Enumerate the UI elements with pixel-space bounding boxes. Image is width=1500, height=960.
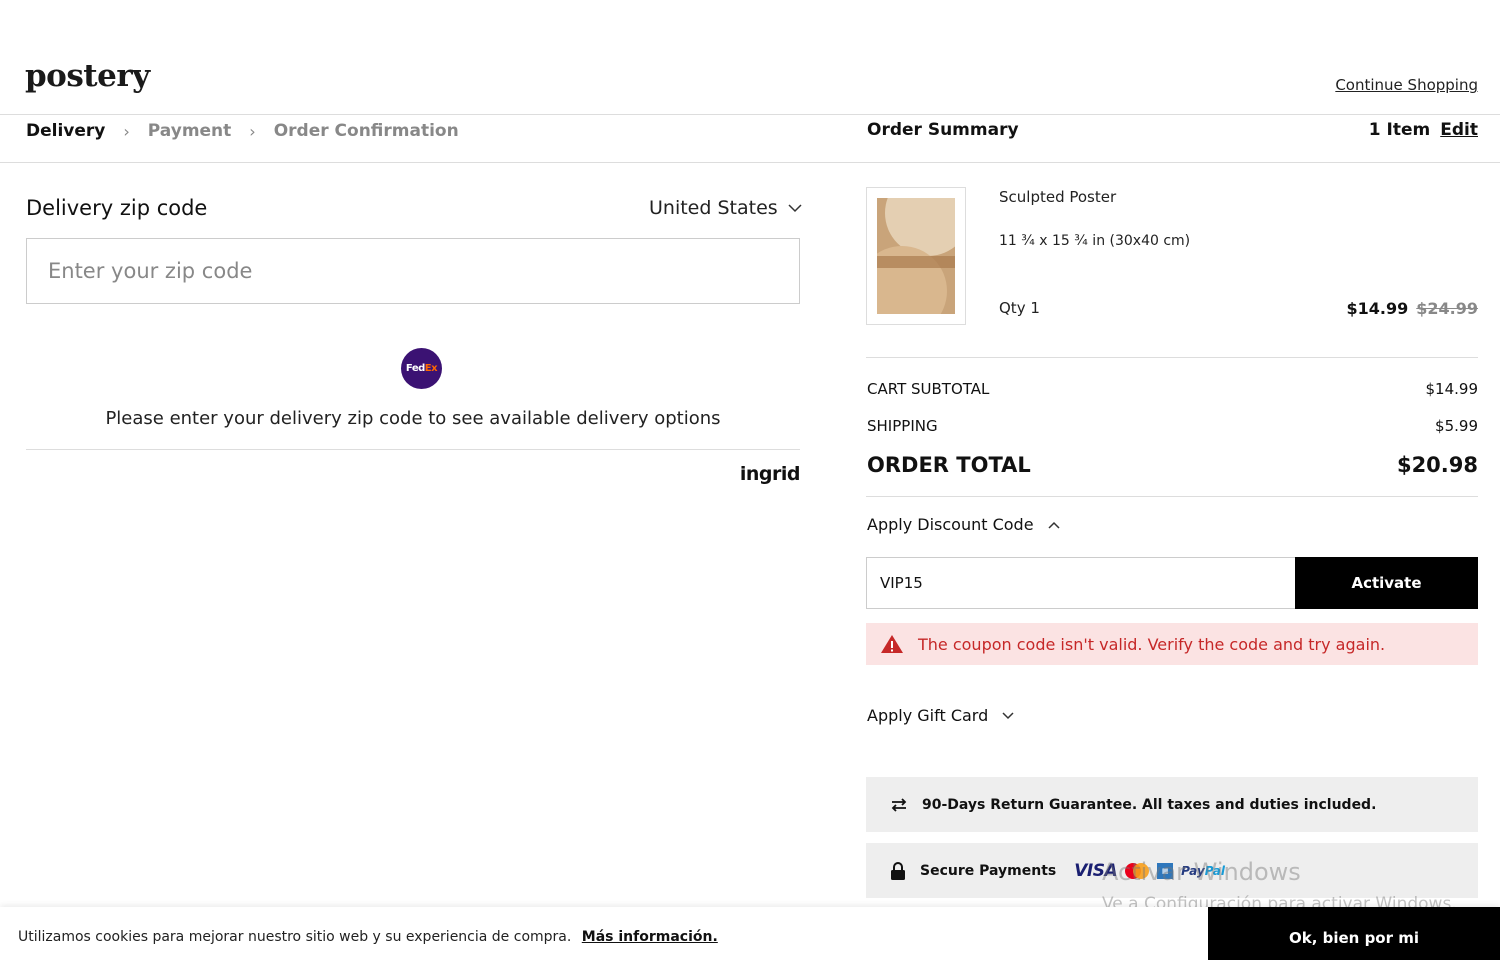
product-thumbnail[interactable] — [866, 187, 966, 325]
breadcrumb: Delivery › Payment › Order Confirmation — [26, 118, 459, 144]
order-total-row: ORDER TOTAL $20.98 — [867, 453, 1478, 477]
item-count: 1 Item Edit — [1369, 120, 1478, 140]
coupon-error-message: The coupon code isn't valid. Verify the … — [866, 623, 1478, 665]
chevron-right-icon: › — [123, 121, 130, 141]
product-size: 11 ¾ x 15 ¾ in (30x40 cm) — [999, 233, 1191, 249]
edit-cart-link[interactable]: Edit — [1440, 120, 1478, 140]
product-name: Sculpted Poster — [999, 188, 1117, 206]
ingrid-logo: ingrid — [739, 463, 801, 485]
logo[interactable]: postery — [25, 58, 150, 94]
secure-payments-text: Secure Payments — [920, 862, 1057, 879]
warning-icon — [881, 635, 903, 653]
windows-activation-watermark: Activar Windows — [1102, 858, 1301, 886]
cart-subtotal-row: CART SUBTOTAL $14.99 — [867, 380, 1478, 398]
cookie-banner: Utilizamos cookies para mejorar nuestro … — [0, 907, 1500, 960]
chevron-down-icon — [788, 203, 802, 212]
chevron-up-icon — [1048, 521, 1060, 529]
product-original-price: $24.99 — [1416, 299, 1478, 318]
discount-code-input[interactable] — [866, 557, 1296, 609]
continue-shopping-link[interactable]: Continue Shopping — [1335, 76, 1478, 94]
cookie-accept-button[interactable]: Ok, bien por mi — [1208, 907, 1500, 960]
coupon-error-text: The coupon code isn't valid. Verify the … — [918, 634, 1386, 654]
cookie-more-info-link[interactable]: Más información. — [582, 929, 718, 945]
order-total-label: ORDER TOTAL — [867, 453, 1031, 477]
step-delivery[interactable]: Delivery — [26, 121, 105, 141]
poster-image — [877, 198, 955, 314]
totals-divider — [866, 496, 1478, 497]
summary-divider — [866, 357, 1478, 358]
cookie-message: Utilizamos cookies para mejorar nuestro … — [18, 929, 718, 945]
step-payment[interactable]: Payment — [148, 121, 232, 141]
zip-code-label: Delivery zip code — [26, 196, 208, 220]
steps-divider — [0, 162, 1500, 163]
country-value: United States — [649, 197, 778, 219]
step-order-confirmation[interactable]: Order Confirmation — [274, 121, 459, 141]
product-price: $14.99 $24.99 — [1347, 299, 1479, 318]
fedex-logo-icon: Fed Ex — [401, 348, 442, 389]
apply-discount-toggle[interactable]: Apply Discount Code — [867, 515, 1060, 534]
delivery-divider — [26, 449, 800, 450]
delivery-options-message: Please enter your delivery zip code to s… — [105, 408, 721, 429]
cart-subtotal-label: CART SUBTOTAL — [867, 380, 990, 398]
return-guarantee-text: 90-Days Return Guarantee. All taxes and … — [922, 796, 1377, 813]
cart-subtotal-value: $14.99 — [1425, 380, 1479, 398]
apply-gift-card-toggle[interactable]: Apply Gift Card — [867, 706, 1014, 725]
return-guarantee-box: 90-Days Return Guarantee. All taxes and … — [866, 777, 1478, 832]
shipping-label: SHIPPING — [867, 417, 938, 435]
cookie-text: Utilizamos cookies para mejorar nuestro … — [18, 929, 572, 945]
chevron-right-icon: › — [249, 121, 256, 141]
shipping-value: $5.99 — [1435, 417, 1478, 435]
order-total-value: $20.98 — [1396, 453, 1478, 477]
zip-code-input[interactable] — [26, 238, 800, 304]
header-divider — [0, 114, 1500, 115]
product-sale-price: $14.99 — [1346, 299, 1409, 318]
item-count-label: 1 Item — [1368, 120, 1431, 140]
order-summary-title: Order Summary — [867, 120, 1019, 140]
product-qty: Qty 1 — [999, 299, 1040, 317]
country-select[interactable]: United States — [649, 197, 802, 219]
activate-button[interactable]: Activate — [1295, 557, 1478, 609]
chevron-down-icon — [1002, 711, 1014, 719]
apply-gift-card-label: Apply Gift Card — [867, 706, 989, 725]
exchange-arrows-icon — [891, 797, 907, 812]
lock-icon — [891, 861, 905, 880]
shipping-row: SHIPPING $5.99 — [867, 417, 1478, 435]
apply-discount-label: Apply Discount Code — [867, 515, 1034, 534]
